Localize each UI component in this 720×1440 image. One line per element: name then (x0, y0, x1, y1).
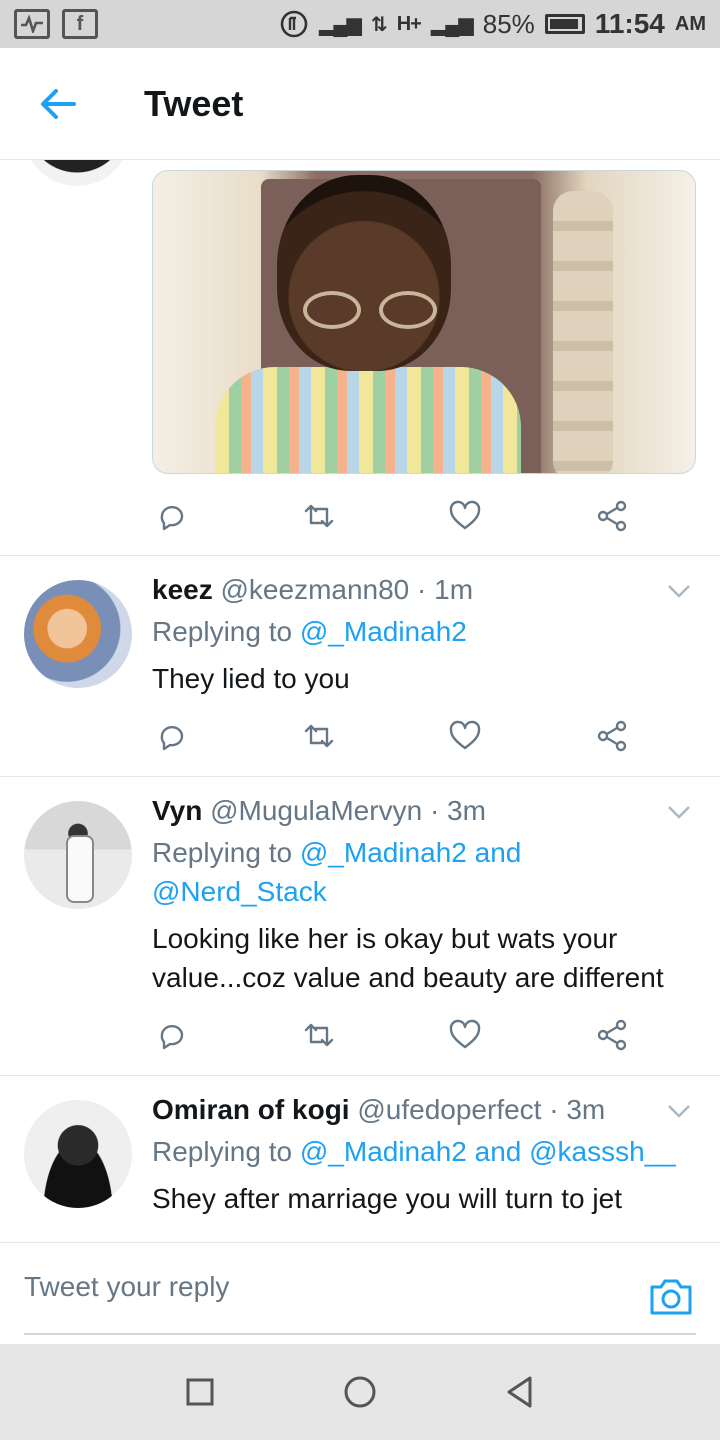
data-transfer-icon: ⇅ (370, 13, 388, 36)
signal-strength-icon: ▂▄▆ (319, 13, 362, 36)
share-button[interactable] (592, 496, 632, 536)
facebook-icon: f (62, 9, 98, 39)
system-nav-bar (0, 1344, 720, 1440)
like-button[interactable] (445, 716, 485, 756)
author-name[interactable]: Vyn (152, 795, 202, 826)
share-button[interactable] (592, 716, 632, 756)
replying-to-link[interactable]: @_Madinah2 (300, 616, 467, 647)
reply-header: Omiran of kogi @ufedoperfect · 3m (152, 1092, 662, 1128)
replying-to: Replying to @_Madinah2 and @kasssh__ (152, 1132, 702, 1171)
replying-to: Replying to @_Madinah2 and @Nerd_Stack (152, 833, 572, 911)
avatar[interactable] (24, 1100, 132, 1208)
reply-tweet[interactable]: Omiran of kogi @ufedoperfect · 3m Replyi… (0, 1076, 720, 1242)
like-icon (450, 500, 481, 530)
reply-tweet[interactable]: Vyn @MugulaMervyn · 3m Replying to @_Mad… (0, 777, 720, 1075)
tweet-thread[interactable]: keez @keezmann80 · 1m Replying to @_Madi… (0, 160, 720, 1242)
back-nav-button[interactable] (500, 1372, 540, 1412)
reply-icon (160, 505, 184, 531)
replying-prefix: Replying to (152, 1136, 293, 1167)
like-icon (450, 720, 481, 750)
replying-to: Replying to @_Madinah2 (152, 612, 702, 651)
avatar[interactable] (24, 580, 132, 688)
avatar[interactable] (24, 160, 130, 186)
chevron-down-icon[interactable] (664, 1096, 694, 1126)
reply-button[interactable] (152, 496, 192, 536)
retweet-button[interactable] (299, 1015, 339, 1055)
reply-icon (160, 1024, 184, 1050)
replying-prefix: Replying to (152, 616, 293, 647)
like-icon (450, 1019, 481, 1049)
home-icon (344, 1376, 376, 1408)
share-icon (597, 720, 627, 752)
chevron-down-icon[interactable] (664, 797, 694, 827)
tweet-media-image[interactable] (152, 170, 696, 474)
share-button[interactable] (592, 1015, 632, 1055)
reply-button[interactable] (152, 716, 192, 756)
like-button[interactable] (445, 1015, 485, 1055)
chevron-down-icon[interactable] (664, 576, 694, 606)
network-type-label: H+ (396, 12, 422, 35)
author-handle[interactable]: @keezmann80 (221, 574, 410, 605)
tweet-actions (152, 496, 632, 536)
back-button[interactable] (28, 74, 88, 134)
tweet-time: · 3m (549, 1094, 606, 1125)
author-handle[interactable]: @ufedoperfect (357, 1094, 541, 1125)
author-handle[interactable]: @MugulaMervyn (210, 795, 422, 826)
retweet-button[interactable] (299, 496, 339, 536)
like-button[interactable] (445, 496, 485, 536)
tweet-text: Shey after marriage you will turn to jet (152, 1183, 622, 1214)
app-header: Tweet (0, 48, 720, 160)
activity-monitor-icon (14, 9, 50, 39)
retweet-icon (304, 1023, 333, 1047)
input-underline (24, 1333, 696, 1335)
reply-input[interactable]: Tweet your reply (24, 1271, 624, 1303)
share-icon (597, 500, 627, 532)
retweet-icon (304, 724, 333, 748)
back-arrow-icon (41, 88, 76, 119)
page-title: Tweet (144, 82, 244, 124)
author-name[interactable]: Omiran of kogi (152, 1094, 350, 1125)
replying-to-link[interactable]: @_Madinah2 and @kasssh__ (300, 1136, 676, 1167)
tweet-actions (152, 716, 632, 756)
clock-time: 11:54 (594, 8, 665, 39)
author-name[interactable]: keez (152, 574, 213, 605)
reply-tweet[interactable]: keez @keezmann80 · 1m Replying to @_Madi… (0, 556, 720, 776)
clock-ampm: AM (674, 12, 706, 35)
retweet-button[interactable] (299, 716, 339, 756)
home-button[interactable] (340, 1372, 380, 1412)
back-icon (507, 1376, 532, 1408)
tweet-time: · 1m (417, 574, 474, 605)
avatar[interactable] (24, 801, 132, 909)
replying-prefix: Replying to (152, 837, 293, 868)
tweet-text: They lied to you (152, 663, 350, 694)
battery-percent: 85% (482, 8, 535, 39)
reply-button[interactable] (152, 1015, 192, 1055)
signal-strength-2-icon: ▂▄▆ (430, 13, 474, 36)
reply-icon (160, 725, 184, 751)
tweet-actions (152, 1015, 632, 1055)
tweet-text: Looking like her is okay but wats your v… (152, 923, 664, 993)
recent-apps-icon (186, 1378, 214, 1406)
recent-apps-button[interactable] (180, 1372, 220, 1412)
data-saver-icon (280, 10, 308, 38)
retweet-icon (304, 504, 333, 528)
tweet-time: · 3m (429, 795, 486, 826)
reply-header: Vyn @MugulaMervyn · 3m (152, 793, 662, 829)
reply-header: keez @keezmann80 · 1m (152, 572, 662, 608)
reply-composer: Tweet your reply (0, 1242, 720, 1344)
battery-icon (544, 14, 585, 34)
camera-icon[interactable] (648, 1273, 694, 1319)
status-bar: f ▂▄▆ ⇅ H+ ▂▄▆ 85% 11:54 AM (0, 0, 720, 48)
share-icon (597, 1019, 627, 1051)
